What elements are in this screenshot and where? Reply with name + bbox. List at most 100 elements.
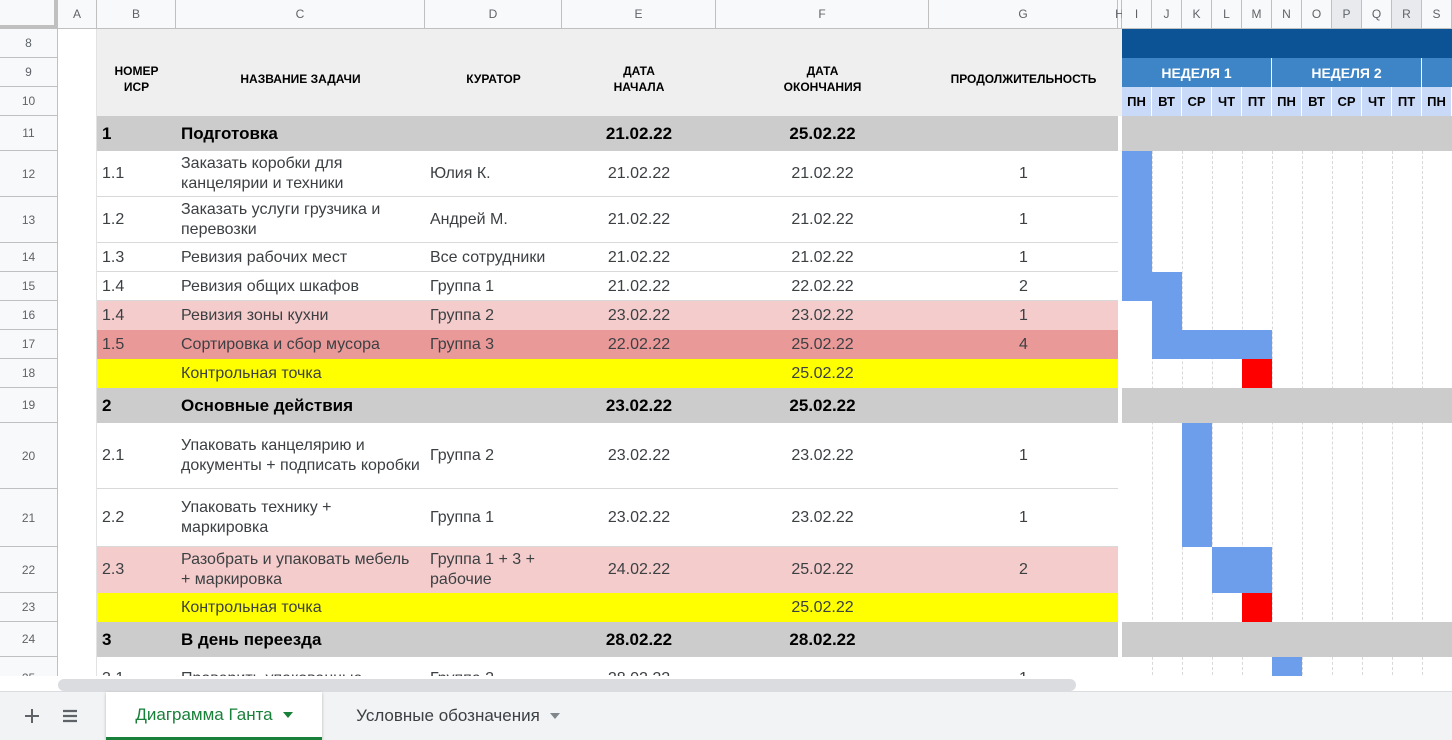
- tab-gantt[interactable]: Диаграмма Ганта: [106, 692, 322, 740]
- start-date[interactable]: 23.02.22: [562, 489, 716, 547]
- owner[interactable]: Группа 1: [425, 489, 562, 547]
- row-header-9[interactable]: 9: [0, 58, 58, 87]
- wbs-number[interactable]: [97, 593, 176, 622]
- task-name[interactable]: Упаковать канцелярию и документы + подпи…: [176, 423, 425, 489]
- duration[interactable]: 2: [929, 272, 1118, 301]
- owner[interactable]: Группа 1 + 3 + рабочие: [425, 547, 562, 593]
- row-header-13[interactable]: 13: [0, 197, 58, 243]
- column-header-e[interactable]: E: [562, 0, 716, 29]
- start-date[interactable]: 21.02.22: [562, 272, 716, 301]
- task-name[interactable]: Контрольная точка: [176, 359, 425, 388]
- end-date[interactable]: 21.02.22: [716, 151, 929, 197]
- row-header-24[interactable]: 24: [0, 622, 58, 657]
- owner[interactable]: [425, 593, 562, 622]
- end-date[interactable]: 21.02.22: [716, 243, 929, 272]
- start-date[interactable]: 28.02.22: [562, 622, 716, 657]
- duration[interactable]: [929, 388, 1118, 423]
- row-header-8[interactable]: 8: [0, 29, 58, 58]
- row-header-19[interactable]: 19: [0, 388, 58, 423]
- end-date[interactable]: 25.02.22: [716, 388, 929, 423]
- start-date[interactable]: 28.02.22: [562, 657, 716, 677]
- column-header-a[interactable]: A: [58, 0, 97, 29]
- task-name[interactable]: Заказать коробки для канцелярии и техник…: [176, 151, 425, 197]
- duration[interactable]: [929, 593, 1118, 622]
- start-date[interactable]: 23.02.22: [562, 423, 716, 489]
- wbs-number[interactable]: 2.1: [97, 423, 176, 489]
- column-header-m[interactable]: M: [1242, 0, 1272, 29]
- end-date[interactable]: 28.02.22: [716, 622, 929, 657]
- owner[interactable]: Группа 3: [425, 330, 562, 359]
- start-date[interactable]: 24.02.22: [562, 547, 716, 593]
- column-header-n[interactable]: N: [1272, 0, 1302, 29]
- end-date[interactable]: 23.02.22: [716, 301, 929, 330]
- end-date[interactable]: 21.02.22: [716, 197, 929, 243]
- end-date[interactable]: 25.02.22: [716, 330, 929, 359]
- spreadsheet-grid[interactable]: ABCDEFGHIJKLMNOPQRS 8 9 10 11 12 13 14 15 16 17 18…: [0, 0, 1452, 676]
- duration[interactable]: 1: [929, 489, 1118, 547]
- duration[interactable]: 1: [929, 243, 1118, 272]
- wbs-number[interactable]: 1.4: [97, 272, 176, 301]
- row-header-22[interactable]: 22: [0, 547, 58, 593]
- wbs-number[interactable]: 2: [97, 388, 176, 423]
- end-date[interactable]: 25.02.22: [716, 593, 929, 622]
- row-header-16[interactable]: 16: [0, 301, 58, 330]
- owner[interactable]: [425, 388, 562, 423]
- column-header-s[interactable]: S: [1422, 0, 1452, 29]
- start-date[interactable]: 21.02.22: [562, 197, 716, 243]
- end-date[interactable]: 23.02.22: [716, 423, 929, 489]
- end-date[interactable]: 25.02.22: [716, 359, 929, 388]
- owner[interactable]: Группа 2: [425, 301, 562, 330]
- end-date[interactable]: 23.02.22: [716, 489, 929, 547]
- column-header-o[interactable]: O: [1302, 0, 1332, 29]
- duration[interactable]: [929, 359, 1118, 388]
- row-header-15[interactable]: 15: [0, 272, 58, 301]
- owner[interactable]: Андрей М.: [425, 197, 562, 243]
- row-header-14[interactable]: 14: [0, 243, 58, 272]
- start-date[interactable]: 21.02.22: [562, 151, 716, 197]
- owner[interactable]: [425, 116, 562, 151]
- row-header-21[interactable]: 21: [0, 489, 58, 547]
- task-name[interactable]: Подготовка: [176, 116, 425, 151]
- row-header-17[interactable]: 17: [0, 330, 58, 359]
- task-name[interactable]: Упаковать технику + маркировка: [176, 489, 425, 547]
- end-date[interactable]: 22.02.22: [716, 272, 929, 301]
- task-name[interactable]: Основные действия: [176, 388, 425, 423]
- task-name[interactable]: Ревизия зоны кухни: [176, 301, 425, 330]
- column-header-q[interactable]: Q: [1362, 0, 1392, 29]
- wbs-number[interactable]: 1.1: [97, 151, 176, 197]
- wbs-number[interactable]: 1: [97, 116, 176, 151]
- wbs-number[interactable]: 2.3: [97, 547, 176, 593]
- end-date[interactable]: [716, 657, 929, 676]
- row-header-11[interactable]: 11: [0, 116, 58, 151]
- duration[interactable]: 4: [929, 330, 1118, 359]
- column-header-f[interactable]: F: [716, 0, 929, 29]
- task-name[interactable]: Сортировка и сбор мусора: [176, 330, 425, 359]
- task-name[interactable]: В день переезда: [176, 622, 425, 657]
- start-date[interactable]: 23.02.22: [562, 301, 716, 330]
- duration[interactable]: 1: [929, 423, 1118, 489]
- task-name[interactable]: Проверить упакованные: [176, 657, 425, 677]
- wbs-number[interactable]: 1.3: [97, 243, 176, 272]
- column-header-k[interactable]: K: [1182, 0, 1212, 29]
- start-date[interactable]: 22.02.22: [562, 330, 716, 359]
- task-name[interactable]: Разобрать и упаковать мебель + маркировк…: [176, 547, 425, 593]
- duration[interactable]: 1: [929, 151, 1118, 197]
- start-date[interactable]: 21.02.22: [562, 116, 716, 151]
- owner[interactable]: [425, 359, 562, 388]
- row-header-20[interactable]: 20: [0, 423, 58, 489]
- duration[interactable]: [929, 116, 1118, 151]
- row-header-18[interactable]: 18: [0, 359, 58, 388]
- column-header-i[interactable]: I: [1122, 0, 1152, 29]
- duration[interactable]: 1: [929, 657, 1118, 677]
- owner[interactable]: Группа 2: [425, 657, 562, 677]
- row-header-12[interactable]: 12: [0, 151, 58, 197]
- wbs-number[interactable]: 1.2: [97, 197, 176, 243]
- wbs-number[interactable]: 2.2: [97, 489, 176, 547]
- duration[interactable]: 1: [929, 197, 1118, 243]
- row-header-10[interactable]: 10: [0, 87, 58, 116]
- wbs-number[interactable]: 3.1: [97, 657, 176, 677]
- row-header-23[interactable]: 23: [0, 593, 58, 622]
- start-date[interactable]: [562, 359, 716, 388]
- owner[interactable]: [425, 622, 562, 657]
- owner[interactable]: Юлия К.: [425, 151, 562, 197]
